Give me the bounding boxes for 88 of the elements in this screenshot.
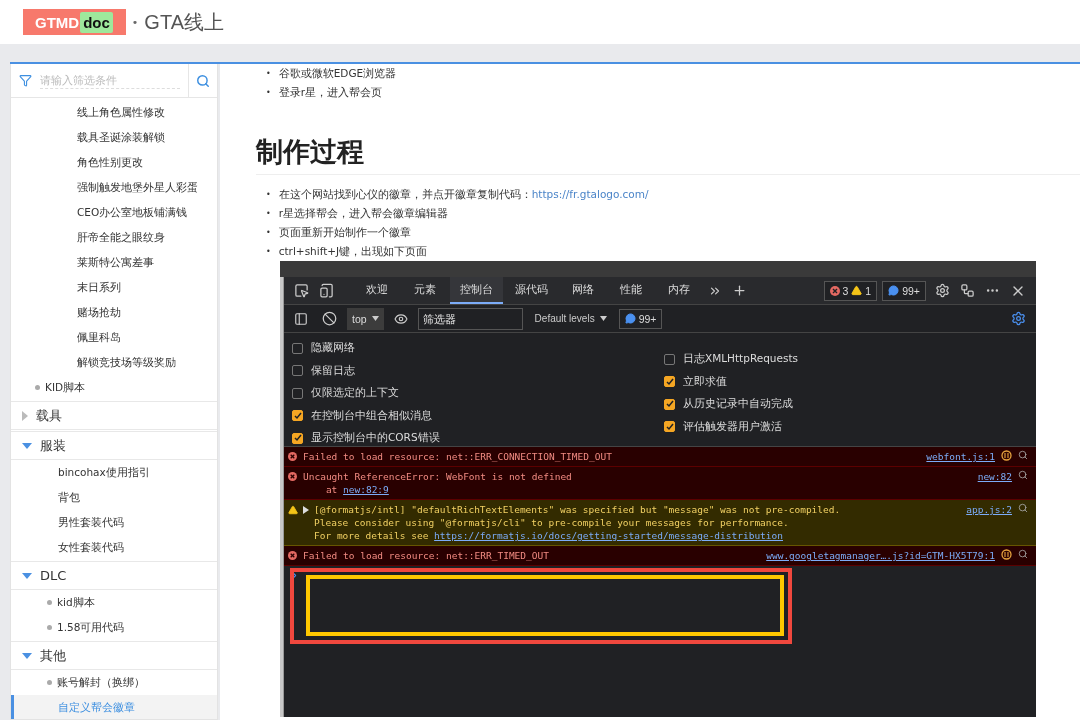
checkbox[interactable]: [664, 353, 675, 365]
checkbox-label: 保留日志: [311, 363, 355, 378]
message-link[interactable]: new:82:9: [343, 484, 389, 495]
expanded-caret-icon: [22, 572, 32, 579]
message-icon: [624, 313, 636, 324]
error-icon: [288, 452, 297, 461]
filter-field[interactable]: 请输入筛选条件: [11, 64, 189, 97]
devtools-tab[interactable]: 源代码: [505, 277, 558, 304]
issue-counter[interactable]: 3 1: [823, 280, 878, 301]
list-item: ctrl+shift+J键，出现如下页面: [278, 244, 428, 259]
search-icon[interactable]: [1018, 470, 1028, 480]
site-link[interactable]: https://fr.gtalogo.com/: [531, 188, 649, 200]
devtools-tab[interactable]: 欢迎: [354, 277, 400, 304]
bullet-icon: [47, 625, 52, 630]
message-text: [@formatjs/intl] "defaultRichTextElements" was specified but "message" was not pre-compiled.: [314, 503, 842, 516]
message-counter[interactable]: 99+: [882, 280, 926, 301]
search-icon[interactable]: [196, 73, 210, 88]
message-text: at new:82:9: [324, 483, 390, 496]
devtools-tab[interactable]: 控制台: [450, 277, 503, 304]
warning-icon: [288, 505, 298, 515]
section-heading: 制作过程: [256, 134, 1080, 175]
list-item: 页面重新开始制作一个徽章: [278, 225, 411, 240]
source-link[interactable]: www.googletagmanager….js?id=GTM-HX5T79:1: [766, 549, 995, 562]
bullet-icon: [47, 600, 52, 605]
sidebar-group[interactable]: 载具: [11, 401, 217, 430]
bullet-icon: [47, 680, 52, 685]
expanded-caret-icon: [22, 442, 32, 449]
error-icon: [288, 472, 297, 481]
checkbox-label: 日志XMLHttpRequests: [683, 352, 799, 367]
checkbox-label: 显示控制台中的CORS错误: [311, 431, 440, 446]
error-icon: [829, 285, 840, 296]
checkbox-label: 评估触发器用户激活: [683, 419, 782, 434]
caret-icon: [599, 316, 607, 321]
devtools-tab[interactable]: 元素: [402, 277, 448, 304]
search-icon[interactable]: [1018, 549, 1028, 559]
search-icon[interactable]: [1018, 503, 1028, 513]
title-separator: •: [131, 15, 139, 29]
message-text: For more details see https://formatjs.io/docs/getting-started/message-distribution: [314, 529, 784, 542]
collapsed-caret-icon: [22, 410, 28, 421]
message-link[interactable]: https://formatjs.io/docs/getting-started/message-distribution: [434, 530, 783, 541]
list-item: 谷歌或微软EDGE浏览器: [278, 66, 397, 81]
source-link[interactable]: webfont.js:1: [926, 450, 995, 463]
expand-caret-icon[interactable]: [303, 506, 309, 514]
list-marker: •: [266, 87, 271, 99]
list-item: 登录r星，进入帮会页: [278, 85, 383, 100]
devtools-tab[interactable]: 网络: [560, 277, 606, 304]
checkbox[interactable]: [664, 376, 675, 388]
warning-icon: [851, 285, 863, 296]
source-link[interactable]: new:82: [977, 470, 1012, 483]
list-item: r星选择帮会，进入帮会徽章编辑器: [278, 206, 449, 221]
message-text: Please consider using "@formatjs/cli" to pre-compile your messages for performance.: [314, 516, 790, 529]
source-link[interactable]: app.js:2: [966, 503, 1012, 516]
message-text: Failed to load resource: net::ERR_TIMED_OUT: [303, 549, 550, 562]
console-filter-field[interactable]: 筛选器: [417, 307, 523, 330]
checkbox[interactable]: [664, 421, 675, 433]
devtools-tab[interactable]: 内存: [656, 277, 702, 304]
checkbox-label: 隐藏网络: [311, 341, 355, 356]
checkbox-label: 立即求值: [683, 374, 727, 389]
site-logo[interactable]: GTMD doc: [23, 9, 126, 35]
checkbox-label: 从历史记录中自动完成: [683, 397, 793, 412]
message-counter[interactable]: 99+: [618, 308, 663, 329]
levels-dropdown[interactable]: Default levels: [528, 312, 613, 325]
checkbox[interactable]: [664, 398, 675, 410]
message-icon: [888, 285, 900, 296]
page-title: GTA线上: [144, 9, 224, 35]
devtools-tab[interactable]: 性能: [608, 277, 654, 304]
checkbox[interactable]: [292, 387, 303, 399]
list-marker: •: [266, 189, 271, 201]
list-marker: •: [266, 227, 271, 239]
checkbox-label: 在控制台中组合相似消息: [311, 408, 432, 423]
error-icon: [288, 551, 297, 560]
bullet-icon: [35, 385, 40, 390]
caret-icon: [371, 316, 379, 321]
message-text: Uncaught ReferenceError: WebFont is not defined: [303, 470, 573, 483]
filter-icon: [19, 74, 32, 87]
message-text: Failed to load resource: net::ERR_CONNECTION_TIMED_OUT: [303, 450, 613, 463]
list-marker: •: [266, 246, 271, 258]
checkbox[interactable]: [292, 365, 303, 377]
checkbox[interactable]: [292, 342, 303, 354]
list-item: 在这个网站找到心仪的徽章，并点开徽章复制代码：https://fr.gtalogo.com/: [278, 187, 649, 202]
expanded-caret-icon: [22, 652, 32, 659]
checkbox-label: 仅限选定的上下文: [311, 386, 399, 401]
context-dropdown[interactable]: top: [347, 307, 384, 330]
checkbox[interactable]: [292, 432, 303, 444]
list-marker: •: [266, 208, 271, 220]
checkbox[interactable]: [292, 410, 303, 422]
search-icon[interactable]: [1018, 450, 1028, 460]
list-marker: •: [266, 68, 271, 80]
